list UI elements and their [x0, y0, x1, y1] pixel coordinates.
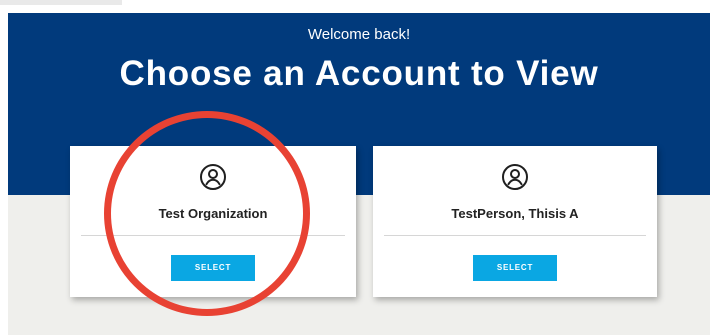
page: Welcome back! Choose an Account to View …	[0, 0, 710, 335]
select-button-test-organization[interactable]: SELECT	[171, 255, 255, 281]
account-card-test-organization[interactable]: Test Organization SELECT	[70, 146, 356, 297]
user-circle-icon	[502, 164, 528, 190]
welcome-text: Welcome back!	[307, 26, 411, 43]
card-divider	[81, 235, 345, 236]
browser-chrome-fragment	[0, 0, 122, 5]
account-card-testperson[interactable]: TestPerson, Thisis A SELECT	[373, 146, 657, 297]
top-strip	[0, 0, 710, 13]
account-name: TestPerson, Thisis A	[451, 206, 579, 221]
account-name: Test Organization	[158, 206, 268, 221]
page-title: Choose an Account to View	[119, 54, 599, 93]
card-divider	[384, 235, 646, 236]
user-circle-icon	[200, 164, 226, 190]
select-button-testperson[interactable]: SELECT	[473, 255, 557, 281]
